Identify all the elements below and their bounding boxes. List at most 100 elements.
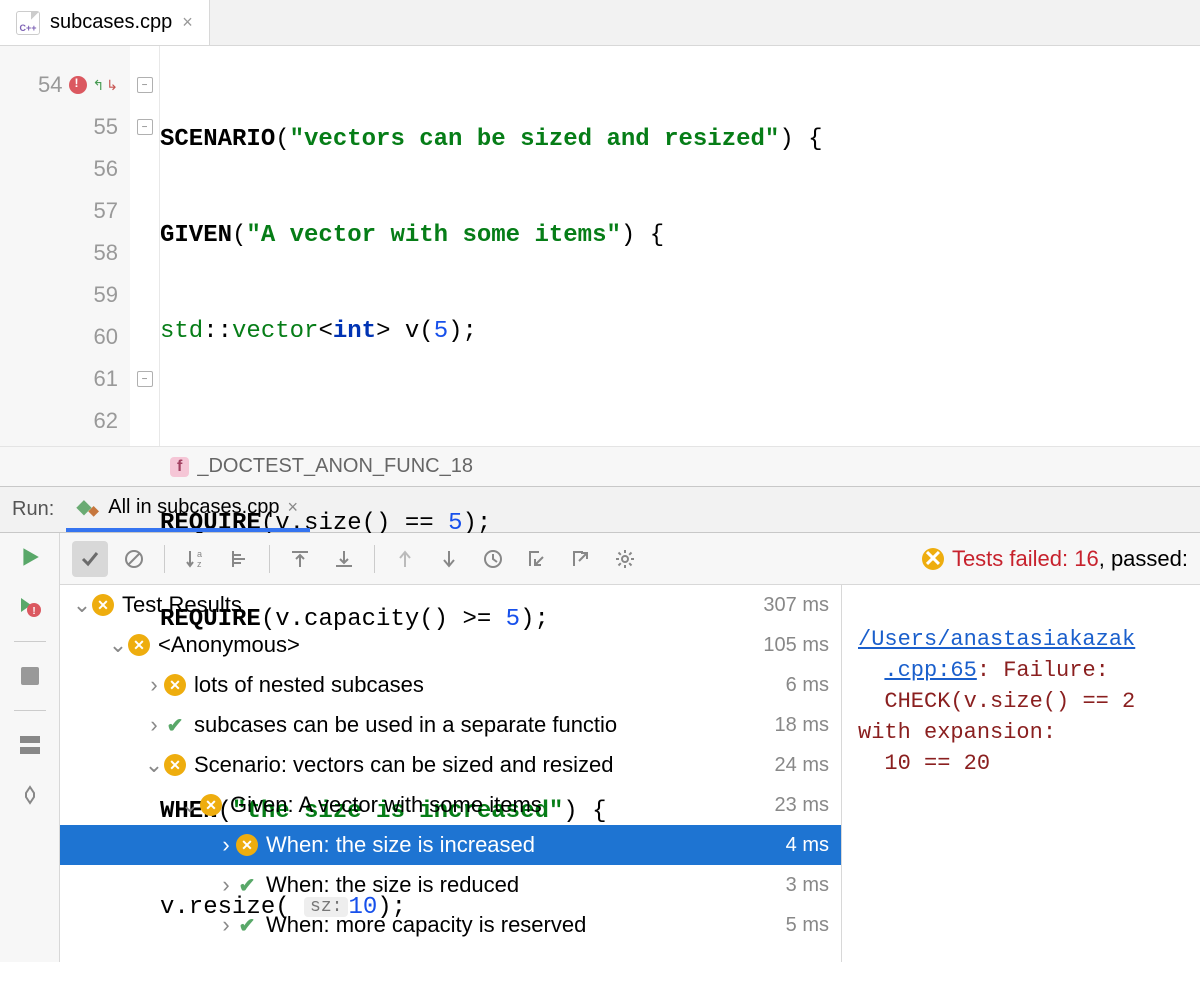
chevron-down-icon[interactable]: ⌄	[180, 792, 200, 818]
line-number: 58	[82, 240, 118, 266]
line-number: 57	[82, 198, 118, 224]
fold-icon[interactable]: −	[137, 371, 153, 387]
expand-button[interactable]	[221, 541, 257, 577]
import-button[interactable]	[519, 541, 555, 577]
run-config-tab[interactable]: All in subcases.cpp ×	[66, 487, 310, 532]
fail-icon: ✕	[164, 754, 186, 776]
show-passed-button[interactable]	[72, 541, 108, 577]
chevron-right-icon[interactable]: ›	[216, 912, 236, 938]
line-number: 62	[82, 408, 118, 434]
test-tree[interactable]: ⌄✕Test Results307 ms⌄✕<Anonymous>105 ms›…	[60, 585, 842, 962]
fail-status-icon: ✕	[922, 548, 944, 570]
test-row[interactable]: ⌄✕ Scenario: vectors can be sized and res…	[60, 745, 841, 785]
test-row[interactable]: ⌄✕ Given: A vector with some items 23 ms	[60, 785, 841, 825]
fold-icon[interactable]: −	[137, 77, 153, 93]
test-row[interactable]: ›✔When: more capacity is reserved5 ms	[60, 905, 841, 945]
test-row[interactable]: ⌄✕Test Results307 ms	[60, 585, 841, 625]
line-number: 54	[27, 72, 63, 98]
chevron-right-icon[interactable]: ›	[216, 832, 236, 858]
test-time: 307 ms	[763, 594, 829, 617]
test-time: 3 ms	[786, 874, 829, 897]
run-label: Run:	[12, 498, 54, 521]
test-time: 5 ms	[786, 914, 829, 937]
test-name: lots of nested subcases	[194, 672, 778, 698]
step-fwd-icon: ↳	[106, 77, 118, 94]
chevron-right-icon[interactable]: ›	[216, 872, 236, 898]
line-number: 60	[82, 324, 118, 350]
line-number: 61	[82, 366, 118, 392]
chevron-right-icon[interactable]: ›	[144, 712, 164, 738]
tab-filename: subcases.cpp	[50, 11, 172, 34]
settings-button[interactable]	[607, 541, 643, 577]
fail-icon: ✕	[164, 674, 186, 696]
line-number: 55	[82, 114, 118, 140]
close-icon[interactable]: ×	[182, 12, 193, 33]
breakpoint-icon[interactable]	[69, 76, 87, 94]
collapse-all-button[interactable]	[282, 541, 318, 577]
layout-button[interactable]	[14, 729, 46, 761]
test-row[interactable]: ›✕ When: the size is increased 4 ms	[60, 825, 841, 865]
step-back-icon: ↰	[93, 77, 105, 94]
test-row[interactable]: ›✔ When: the size is reduced 3 ms	[60, 865, 841, 905]
test-row[interactable]: ⌄✕<Anonymous>105 ms	[60, 625, 841, 665]
code-editor[interactable]: 54 ↰↳ 55 56 57 58 59 60 61 62 − − − SCENA…	[0, 46, 1200, 446]
fold-column: − − −	[130, 46, 160, 446]
test-name: When: the size is reduced	[266, 872, 778, 898]
pass-icon: ✔	[164, 714, 186, 736]
test-row[interactable]: ›✔subcases can be used in a separate fun…	[60, 705, 841, 745]
show-ignored-button[interactable]	[116, 541, 152, 577]
test-row[interactable]: ›✕ lots of nested subcases 6 ms	[60, 665, 841, 705]
results-area: az ✕ Tests failed: 16, passed: ⌄✕Test Re…	[60, 533, 1200, 962]
stop-button[interactable]	[14, 660, 46, 692]
line-number: 56	[82, 156, 118, 182]
code-area[interactable]: SCENARIO("vectors can be sized and resiz…	[160, 46, 1200, 446]
test-name: Given: A vector with some items	[230, 792, 767, 818]
next-failed-button[interactable]	[431, 541, 467, 577]
test-name: When: the size is increased	[266, 832, 778, 858]
test-time: 24 ms	[775, 754, 829, 777]
gutter: 54 ↰↳ 55 56 57 58 59 60 61 62	[0, 46, 130, 446]
expand-all-button[interactable]	[326, 541, 362, 577]
test-name: <Anonymous>	[158, 632, 755, 658]
fold-icon[interactable]: −	[137, 119, 153, 135]
test-output[interactable]: /Users/anastasiakazak .cpp:65: Failure: …	[842, 585, 1200, 962]
editor-tab[interactable]: C++ subcases.cpp ×	[0, 0, 210, 45]
cpp-file-icon: C++	[16, 11, 40, 35]
run-button[interactable]	[14, 541, 46, 573]
pass-icon: ✔	[236, 874, 258, 896]
test-time: 4 ms	[786, 834, 829, 857]
history-button[interactable]	[475, 541, 511, 577]
fail-icon: ✕	[200, 794, 222, 816]
test-name: Scenario: vectors can be sized and resiz…	[194, 752, 767, 778]
run-tab-name: All in subcases.cpp	[108, 496, 279, 519]
breadcrumb-name: _DOCTEST_ANON_FUNC_18	[197, 455, 473, 478]
svg-text:!: !	[32, 606, 35, 617]
pin-button[interactable]	[14, 779, 46, 811]
rerun-failed-button[interactable]: !	[14, 591, 46, 623]
chevron-down-icon[interactable]: ⌄	[108, 632, 128, 658]
fail-icon: ✕	[92, 594, 114, 616]
fail-icon: ✕	[236, 834, 258, 856]
svg-text:a: a	[197, 549, 202, 559]
editor-tab-bar: C++ subcases.cpp ×	[0, 0, 1200, 46]
export-button[interactable]	[563, 541, 599, 577]
chevron-right-icon[interactable]: ›	[144, 672, 164, 698]
sort-button[interactable]: az	[177, 541, 213, 577]
close-icon[interactable]: ×	[287, 497, 298, 518]
file-loc-link[interactable]: .cpp:65	[884, 658, 976, 683]
test-name: When: more capacity is reserved	[266, 912, 778, 938]
chevron-down-icon[interactable]: ⌄	[72, 592, 92, 618]
chevron-down-icon[interactable]: ⌄	[144, 752, 164, 778]
file-link[interactable]: /Users/anastasiakazak	[858, 627, 1135, 652]
prev-failed-button[interactable]	[387, 541, 423, 577]
test-time: 6 ms	[786, 674, 829, 697]
results-toolbar: az ✕ Tests failed: 16, passed:	[60, 533, 1200, 585]
run-config-icon	[78, 497, 100, 519]
test-time: 23 ms	[775, 794, 829, 817]
run-side-toolbar: !	[0, 533, 60, 962]
test-time: 105 ms	[763, 634, 829, 657]
test-time: 18 ms	[775, 714, 829, 737]
func-badge: f	[170, 457, 189, 477]
line-number: 59	[82, 282, 118, 308]
test-status: ✕ Tests failed: 16, passed:	[922, 546, 1188, 572]
